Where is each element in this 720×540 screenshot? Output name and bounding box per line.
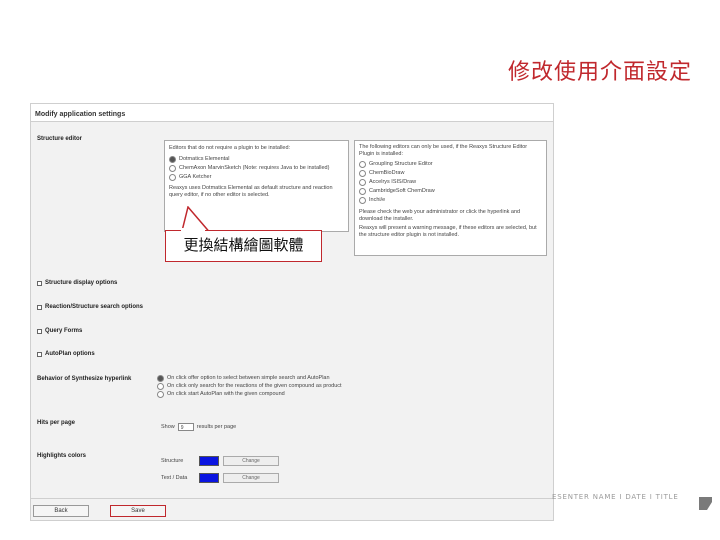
synthesize-option-offer[interactable]: On click offer option to select between … xyxy=(157,374,342,382)
settings-screenshot: Modify application settings Structure ed… xyxy=(30,103,554,521)
hits-per-page-label: Hits per page xyxy=(37,420,76,426)
change-text-data-color-button[interactable]: Change xyxy=(223,473,279,483)
radio-icon[interactable] xyxy=(157,382,164,390)
structure-editor-label: Structure editor xyxy=(37,136,83,142)
editor-option-marvinsketch[interactable]: ChemAxon MarvinSketch (Note: requires Ja… xyxy=(169,164,344,173)
editor-option-ketcher[interactable]: GGA Ketcher xyxy=(169,173,344,182)
editor-option-isisdraw[interactable]: Accelrys ISIS/Draw xyxy=(359,178,542,187)
callout-joint xyxy=(181,228,205,234)
radio-icon[interactable] xyxy=(359,179,366,186)
radio-icon[interactable] xyxy=(169,165,176,172)
hits-per-page-control: Show 9 results per page xyxy=(161,423,237,431)
radio-icon[interactable] xyxy=(359,170,366,177)
section-autoplan[interactable]: AutoPlan options xyxy=(37,351,95,357)
radio-icon[interactable] xyxy=(359,197,366,204)
synthesize-label: Behavior of Synthesize hyperlink xyxy=(37,376,132,382)
highlight-colors-label: Highlights colors xyxy=(37,453,87,459)
expand-icon xyxy=(37,328,42,334)
expand-icon xyxy=(37,304,42,310)
synthesize-options: On click offer option to select between … xyxy=(157,374,342,398)
editor-option-chembiodraw[interactable]: ChemBioDraw xyxy=(359,169,542,178)
highlight-row-text-data: Text / Data Change xyxy=(161,473,279,483)
left-box-note: Reaxys uses Dotmatics Elemental as defau… xyxy=(169,185,333,198)
right-box-note-2: Reaxys will present a warning message, i… xyxy=(359,225,537,238)
editors-plugin-box: The following editors can only be used, … xyxy=(354,140,547,256)
text-data-color-swatch xyxy=(199,473,219,483)
section-structure-display[interactable]: Structure display options xyxy=(37,280,117,286)
right-box-heading: The following editors can only be used, … xyxy=(359,144,528,157)
back-button[interactable]: Back xyxy=(33,505,89,517)
left-box-heading: Editors that do not require a plugin to … xyxy=(169,145,291,151)
radio-icon[interactable] xyxy=(157,374,164,382)
synthesize-option-autoplan[interactable]: On click start AutoPlan with the given c… xyxy=(157,390,342,398)
hits-select[interactable]: 9 xyxy=(177,423,194,431)
radio-icon[interactable] xyxy=(359,161,366,168)
highlight-row-structure: Structure Change xyxy=(161,456,279,466)
slide-title: 修改使用介面設定 xyxy=(507,60,692,85)
corner-mark-icon xyxy=(699,497,712,510)
settings-header: Modify application settings xyxy=(31,104,553,122)
editor-option-elemental[interactable]: Dotmatics Elemental xyxy=(169,155,344,164)
save-button[interactable]: Save xyxy=(110,505,166,517)
right-box-note-1: Please check the web your administrator … xyxy=(359,209,521,222)
synthesize-option-search[interactable]: On click only search for the reactions o… xyxy=(157,382,342,390)
change-structure-color-button[interactable]: Change xyxy=(223,456,279,466)
section-query-forms[interactable]: Query Forms xyxy=(37,328,82,334)
editor-option-inchie[interactable]: Inchi/e xyxy=(359,196,542,205)
editor-option-chemdraw[interactable]: CambridgeSoft ChemDraw xyxy=(359,187,542,196)
radio-icon[interactable] xyxy=(157,390,164,398)
radio-icon[interactable] xyxy=(169,174,176,181)
section-search-options[interactable]: Reaction/Structure search options xyxy=(37,304,143,310)
expand-icon xyxy=(37,351,42,357)
structure-color-swatch xyxy=(199,456,219,466)
expand-icon xyxy=(37,280,42,286)
editor-option-groupling[interactable]: Groupling Structure Editor xyxy=(359,160,542,169)
divider xyxy=(31,498,553,499)
radio-icon[interactable] xyxy=(359,188,366,195)
radio-icon[interactable] xyxy=(169,156,176,163)
footer-text: ESENTER NAME I DATE I TITLE xyxy=(552,493,679,501)
